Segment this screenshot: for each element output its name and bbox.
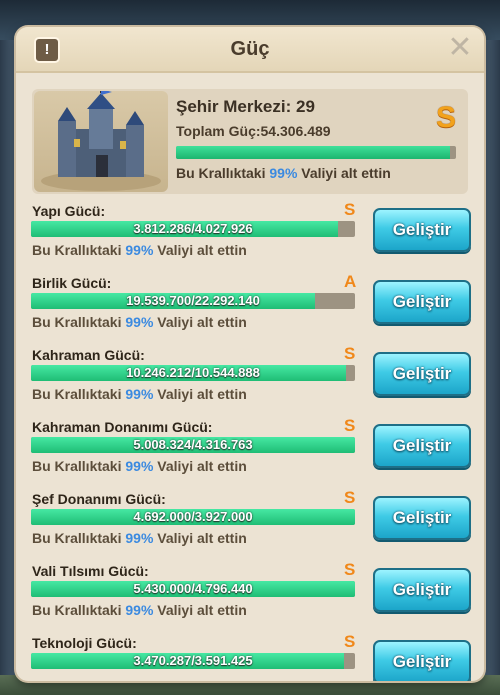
power-row: Vali Tılsımı Gücü: S 5.430.000/4.796.440…	[31, 560, 471, 624]
total-grade-badge: S	[435, 101, 456, 134]
panel-title: Güç	[230, 38, 270, 60]
upgrade-button[interactable]: Geliştir	[373, 568, 471, 612]
power-row-name: Yapı Gücü:	[32, 203, 106, 219]
total-power-bar	[176, 146, 456, 159]
upgrade-button[interactable]: Geliştir	[373, 640, 471, 681]
power-panel: ! Güç ✕ Şehir Merkezi: 29 Toplam Güç:54.…	[16, 27, 484, 681]
city-summary: Şehir Merkezi: 29 Toplam Güç:54.306.489 …	[32, 89, 468, 194]
upgrade-button[interactable]: Geliştir	[373, 208, 471, 252]
power-row-bar: 5.430.000/4.796.440	[31, 581, 355, 597]
power-row-bar: 3.470.287/3.591.425	[31, 653, 355, 669]
power-row: Şef Donanımı Gücü: S 4.692.000/3.927.000…	[31, 488, 471, 552]
upgrade-button[interactable]: Geliştir	[373, 280, 471, 324]
power-row-grade: S	[344, 416, 356, 435]
power-row-value: 4.692.000/3.927.000	[133, 509, 253, 524]
close-icon[interactable]: ✕	[446, 33, 474, 63]
power-row-value: 5.430.000/4.796.440	[133, 581, 253, 596]
power-row: Kahraman Donanımı Gücü: S 5.008.324/4.31…	[31, 416, 471, 480]
power-row: Kahraman Gücü: S 10.246.212/10.544.888 B…	[31, 344, 471, 408]
power-row-grade: S	[344, 344, 356, 363]
upgrade-button[interactable]: Geliştir	[373, 496, 471, 540]
power-row-rank: Bu Krallıktaki 99% Valiyi alt ettin	[32, 530, 247, 546]
power-row-name: Kahraman Donanımı Gücü:	[32, 419, 213, 435]
power-row-grade: A	[344, 272, 357, 291]
power-row-bar: 3.812.286/4.027.926	[31, 221, 355, 237]
power-row-grade: S	[344, 200, 356, 219]
castle-image	[34, 91, 168, 192]
power-row: Teknoloji Gücü: S 3.470.287/3.591.425 Ge…	[31, 632, 471, 681]
power-row-name: Vali Tılsımı Gücü:	[32, 563, 149, 579]
power-row-name: Kahraman Gücü:	[32, 347, 145, 363]
power-row-name: Birlik Gücü:	[32, 275, 112, 291]
power-row-value: 19.539.700/22.292.140	[126, 293, 260, 308]
upgrade-button[interactable]: Geliştir	[373, 424, 471, 468]
power-row-value: 3.470.287/3.591.425	[133, 653, 253, 668]
power-row-value: 10.246.212/10.544.888	[126, 365, 260, 380]
power-row-bar: 5.008.324/4.316.763	[31, 437, 355, 453]
power-row-value: 3.812.286/4.027.926	[133, 221, 253, 236]
power-row-rank: Bu Krallıktaki 99% Valiyi alt ettin	[32, 386, 247, 402]
total-power: Toplam Güç:54.306.489	[176, 123, 331, 139]
power-row-bar: 4.692.000/3.927.000	[31, 509, 355, 525]
power-row-rank: Bu Krallıktaki 99% Valiyi alt ettin	[32, 458, 247, 474]
power-row-grade: S	[344, 632, 356, 651]
power-row-grade: S	[344, 560, 356, 579]
upgrade-button[interactable]: Geliştir	[373, 352, 471, 396]
total-power-bar-fill	[176, 146, 451, 159]
power-row: Yapı Gücü: S 3.812.286/4.027.926 Bu Kral…	[31, 200, 471, 264]
power-row-name: Şef Donanımı Gücü:	[32, 491, 166, 507]
total-rank-text: Bu Krallıktaki 99% Valiyi alt ettin	[176, 165, 391, 181]
power-row-grade: S	[344, 488, 356, 507]
power-row-rank: Bu Krallıktaki 99% Valiyi alt ettin	[32, 242, 247, 258]
power-row-rank: Bu Krallıktaki 99% Valiyi alt ettin	[32, 314, 247, 330]
panel-header: ! Güç ✕	[16, 27, 484, 73]
power-row-bar: 19.539.700/22.292.140	[31, 293, 355, 309]
power-row: Birlik Gücü: A 19.539.700/22.292.140 Bu …	[31, 272, 471, 336]
power-row-bar: 10.246.212/10.544.888	[31, 365, 355, 381]
power-row-rank: Bu Krallıktaki 99% Valiyi alt ettin	[32, 602, 247, 618]
power-row-value: 5.008.324/4.316.763	[133, 437, 253, 452]
city-center-level: Şehir Merkezi: 29	[176, 97, 315, 116]
power-row-name: Teknoloji Gücü:	[32, 635, 137, 651]
